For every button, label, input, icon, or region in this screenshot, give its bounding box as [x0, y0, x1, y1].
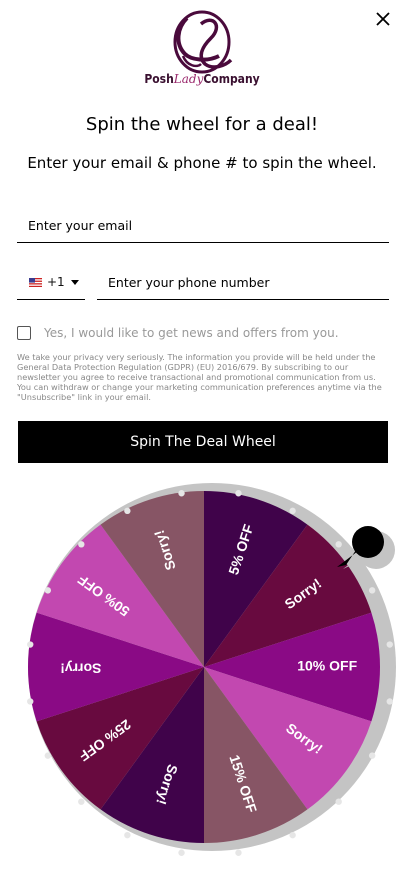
wheel-rim-dot [178, 490, 185, 497]
wheel-rim-dot [78, 798, 85, 805]
us-flag-icon [29, 277, 42, 287]
wheel-rim-dot [44, 587, 52, 594]
wheel-segment-label: 10% OFF [297, 658, 357, 674]
country-code-select[interactable]: +1 [17, 265, 85, 300]
logo-monogram [173, 10, 233, 74]
wheel-rim-dot [289, 831, 296, 839]
wheel-rim-dot [386, 641, 393, 648]
wheel-rim-dot [178, 849, 185, 856]
wheel-segment-label: Sorry! [60, 660, 101, 676]
brand-name: PoshLadyCompany [144, 72, 260, 86]
wheel-rim-dot [124, 831, 131, 839]
consent-option[interactable]: Yes, I would like to get news and offers… [17, 326, 339, 340]
wheel-rim-dot [124, 507, 131, 515]
wheel-rim-dot [27, 698, 34, 705]
wheel-rim-dot [27, 641, 34, 648]
email-field[interactable] [17, 208, 389, 243]
brand-logo: PoshLadyCompany [0, 4, 404, 86]
popup-headline: Spin the wheel for a deal! [85, 114, 319, 135]
chevron-down-icon [70, 279, 79, 285]
consent-label: Yes, I would like to get news and offers… [44, 326, 339, 340]
wheel-rim-dot [289, 507, 296, 515]
privacy-notice: We take your privacy very seriously. The… [17, 352, 382, 402]
wheel-graphic: 5% OFFSorry!10% OFFSorry!15% OFFSorry!25… [27, 483, 396, 856]
wheel-rim-dot [235, 490, 242, 497]
phone-field[interactable] [97, 265, 389, 300]
wheel-rim-dot [368, 587, 376, 594]
country-code: +1 [47, 275, 65, 289]
wheel-rim-dot [78, 541, 85, 548]
wheel-rim-dot [386, 698, 393, 705]
consent-checkbox[interactable] [17, 326, 31, 340]
wheel-rim-dot [368, 752, 376, 759]
wheel-rim-dot [335, 541, 342, 548]
wheel-rim-dot [44, 752, 52, 759]
deal-wheel: 5% OFF Sorry! 10% OFF Sorry! 15% OFF Sorry! 25… [0, 480, 404, 876]
popup-subline: Enter your email & phone # to spin the w… [27, 154, 377, 172]
wheel-rim-dot [235, 849, 242, 856]
wheel-rim-dot [335, 798, 342, 805]
spin-wheel-button[interactable]: Spin The Deal Wheel [18, 421, 388, 463]
